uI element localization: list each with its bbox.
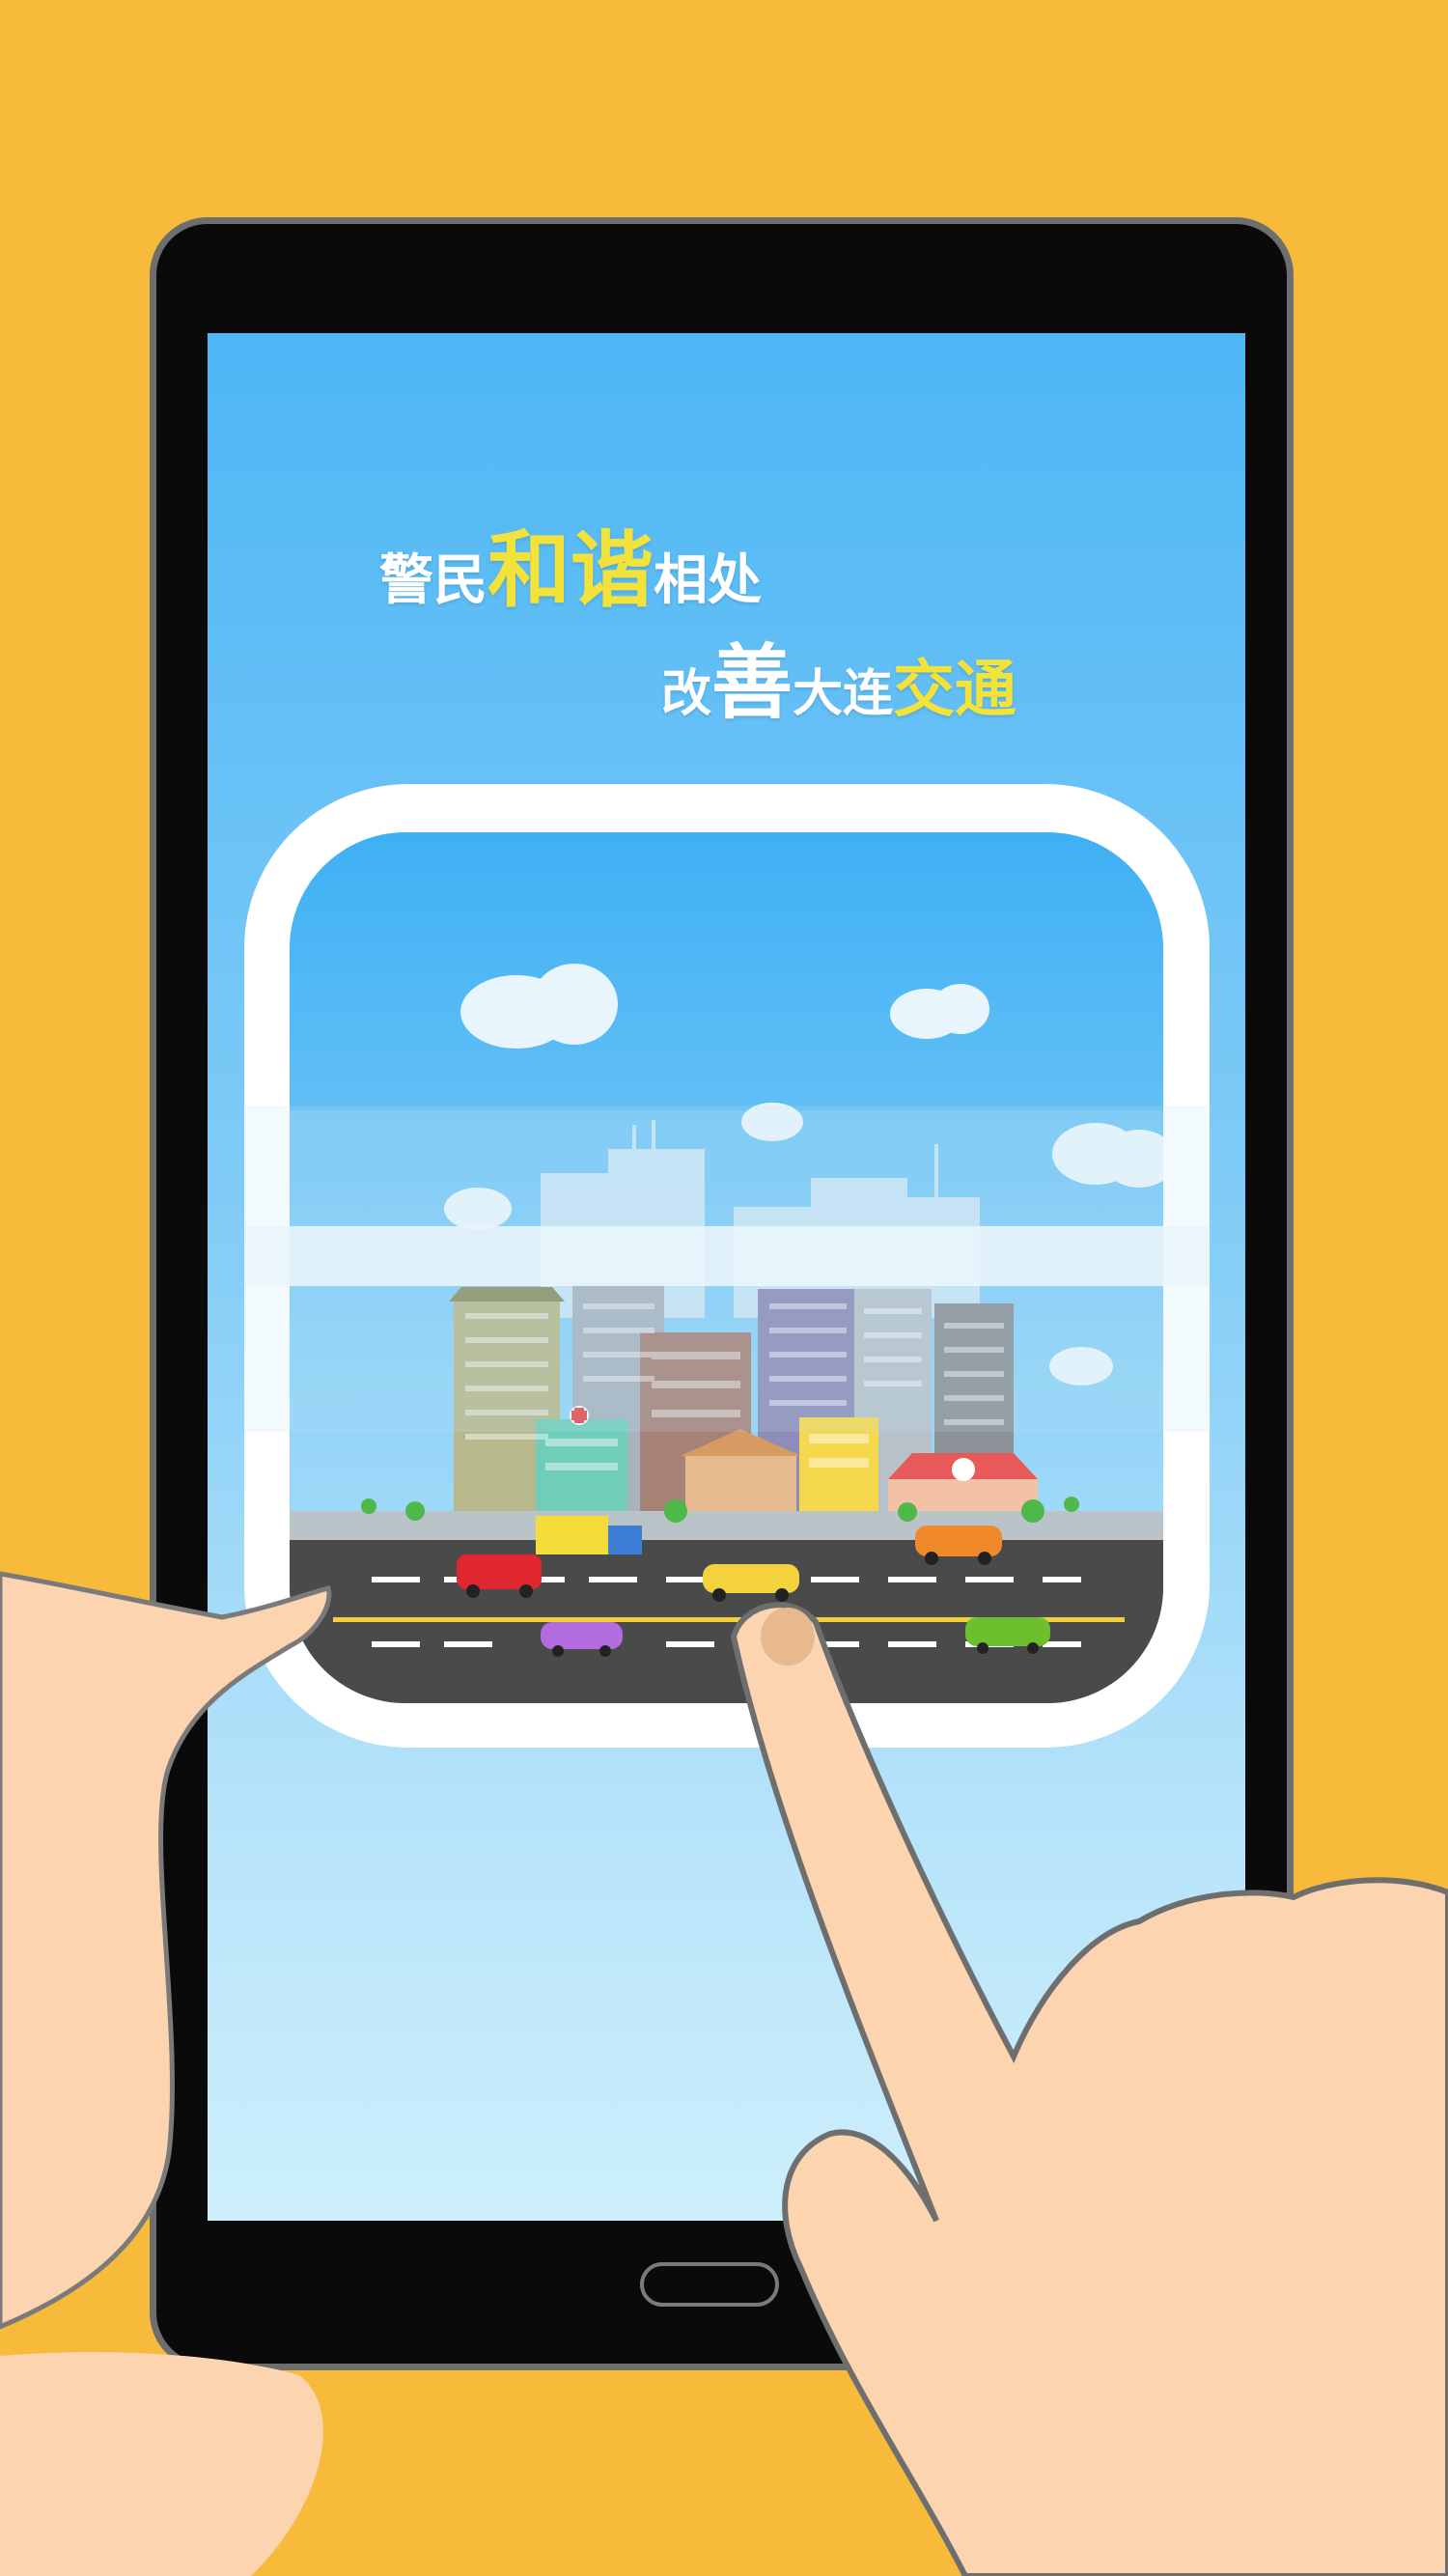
city-illustration [0, 784, 1448, 2576]
pointing-hand [730, 1602, 1448, 2576]
left-hand [0, 1571, 332, 2576]
